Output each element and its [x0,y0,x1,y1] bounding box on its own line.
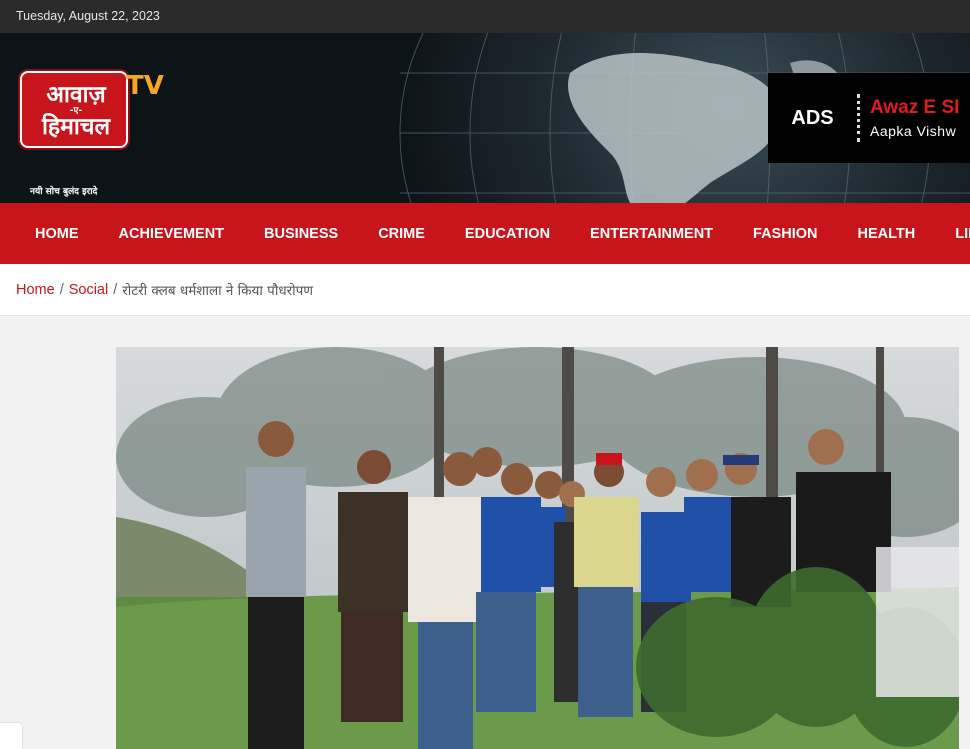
nav-item-fashion[interactable]: FASHION [753,226,817,242]
breadcrumb: Home / Social / रोटरी क्लब धर्मशाला ने क… [0,264,970,316]
site-header: आवाज़ -ए- हिमाचल TV नयी सोच बुलंद इरादे … [0,33,970,203]
article-content [0,316,970,749]
ad-label: ADS [768,94,860,142]
top-bar: Tuesday, August 22, 2023 [0,0,970,33]
nav-item-business[interactable]: BUSINESS [264,226,338,242]
nav-item-entertainment[interactable]: ENTERTAINMENT [590,226,713,242]
nav-item-lifestyle[interactable]: LIFES [955,226,970,242]
nav-item-home[interactable]: HOME [35,226,79,242]
logo-line-3: हिमाचल [41,114,111,140]
site-logo[interactable]: आवाज़ -ए- हिमाचल TV नयी सोच बुलंद इरादे [18,71,178,201]
logo-tv-mark: TV [126,71,164,101]
article-featured-image[interactable] [116,347,959,749]
logo-tagline: नयी सोच बुलंद इरादे [30,187,98,197]
group-photo-illustration [116,347,959,749]
nav-item-achievement[interactable]: ACHIEVEMENT [119,226,225,242]
ad-subtitle: Aapka Vishw [870,123,957,139]
header-ad-banner[interactable]: ADS Awaz E SI Aapka Vishw [768,73,970,163]
logo-badge: आवाज़ -ए- हिमाचल [20,71,128,148]
current-date: Tuesday, August 22, 2023 [16,9,160,23]
logo-line-1: आवाज़ [46,82,106,108]
breadcrumb-current-page: रोटरी क्लब धर्मशाला ने किया पौधरोपण [122,282,314,299]
nav-item-crime[interactable]: CRIME [378,226,425,242]
floating-corner-tab[interactable] [0,723,22,749]
ad-title: Awaz E SI [870,97,960,118]
breadcrumb-separator: / [113,281,118,298]
breadcrumb-category-link[interactable]: Social [69,282,109,298]
main-navigation: HOME ACHIEVEMENT BUSINESS CRIME EDUCATIO… [0,203,970,264]
breadcrumb-separator: / [59,281,64,298]
breadcrumb-home-link[interactable]: Home [16,282,55,298]
nav-item-education[interactable]: EDUCATION [465,226,550,242]
nav-item-health[interactable]: HEALTH [857,226,915,242]
